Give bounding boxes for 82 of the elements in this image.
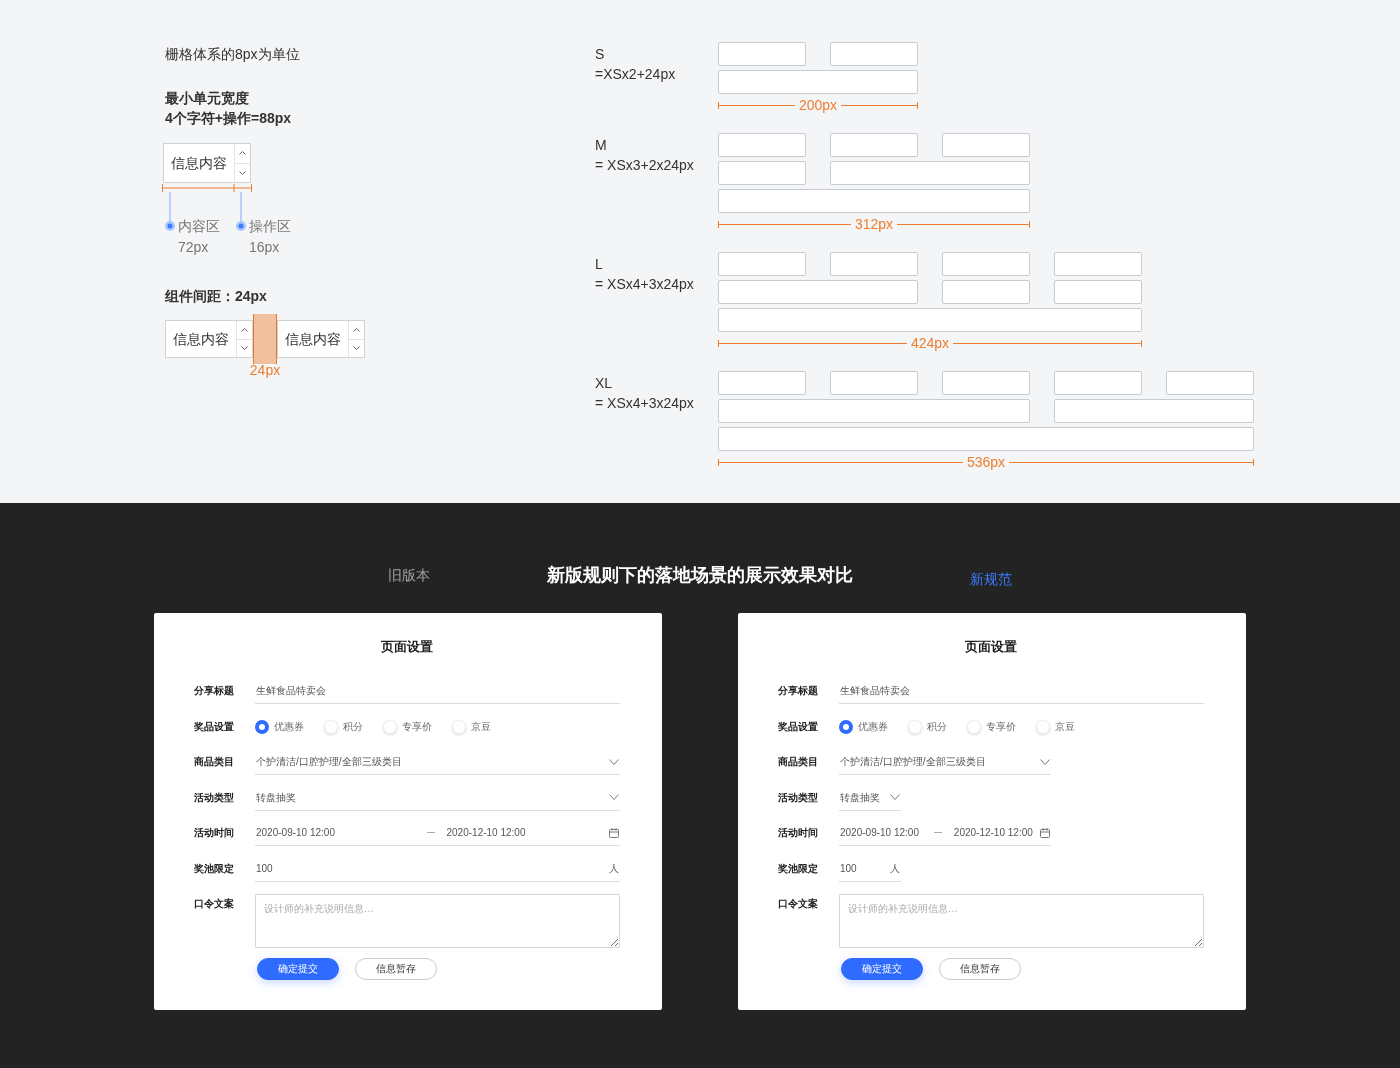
size-formula: = XSx4+3x24px [595, 275, 695, 294]
text-area[interactable]: 设计师的补充说明信息… [839, 894, 1204, 948]
field-label: 商品类目 [778, 755, 819, 769]
dimension-label: 200px [797, 98, 839, 112]
chevron-down-icon [239, 170, 247, 175]
spacing-gap [253, 314, 277, 364]
number-stepper[interactable]: 信息内容 [165, 320, 253, 358]
select-field[interactable]: 转盘抽奖 [839, 784, 902, 811]
date-range-field[interactable]: 2020-09-10 12:00 2020-12-10 12:00 [839, 820, 1051, 846]
size-formula: = XSx3+2x24px [595, 156, 695, 175]
chevron-up-icon [353, 327, 361, 332]
size-name: XL [595, 374, 614, 393]
field-label: 分享标题 [778, 684, 819, 698]
grid-unit-note: 栅格体系的8px为单位 [165, 45, 301, 64]
text-field[interactable]: 生鲜食品特卖会 [839, 678, 1204, 704]
radio-option[interactable]: 优惠券 [839, 719, 888, 734]
dimension-label: 424px [909, 336, 951, 350]
chevron-down-icon [353, 346, 361, 351]
chevron-down-icon [609, 758, 619, 765]
field-label: 商品类目 [194, 755, 235, 769]
size-name: M [595, 136, 608, 155]
chevron-down-icon [609, 794, 619, 800]
field-label: 奖品设置 [194, 719, 235, 734]
chevron-down-icon [890, 794, 901, 800]
form-title: 页面设置 [964, 639, 1018, 655]
number-field[interactable]: 100 人 [839, 855, 902, 882]
zone-width: 16px [249, 238, 281, 257]
text-field[interactable]: 生鲜食品特卖会 [255, 678, 620, 704]
submit-button[interactable]: 确定提交 [841, 957, 923, 980]
leader-line [164, 192, 176, 232]
leader-line [235, 192, 247, 232]
size-formula: = XSx4+3x24px [595, 394, 695, 413]
radio-option[interactable]: 专享价 [967, 719, 1016, 734]
radio-option[interactable]: 京豆 [452, 719, 491, 734]
radio-option[interactable]: 优惠券 [255, 719, 304, 734]
number-field[interactable]: 100 人 [255, 855, 620, 882]
select-field[interactable]: 个护清洁/口腔护理/全部三级类目 [839, 749, 1051, 775]
spacing-value: 24px [248, 361, 282, 380]
number-stepper[interactable]: 信息内容 [163, 143, 251, 183]
radio-option[interactable]: 积分 [324, 719, 363, 734]
radio-option[interactable]: 专享价 [383, 719, 432, 734]
size-formula: =XSx2+24px [595, 65, 677, 84]
min-unit-title: 最小单元宽度 [165, 89, 250, 108]
size-name: L [595, 255, 604, 274]
text-area[interactable]: 设计师的补充说明信息… [255, 894, 620, 948]
field-label: 活动时间 [194, 826, 235, 840]
zone-name: 操作区 [249, 217, 291, 236]
field-label: 口令文案 [194, 897, 235, 911]
version-caption: 新规范 [970, 570, 1012, 589]
calendar-icon [1039, 827, 1050, 838]
min-unit-formula: 4个字符+操作=88px [165, 109, 293, 128]
field-label: 奖池限定 [194, 861, 235, 876]
chevron-up-icon [239, 151, 247, 156]
submit-button[interactable]: 确定提交 [257, 957, 339, 980]
field-label: 口令文案 [778, 897, 819, 911]
chevron-down-icon [241, 346, 249, 351]
comparison-title: 新版规则下的落地场景的展示效果对比 [547, 564, 853, 587]
spacing-title: 组件间距：24px [165, 287, 268, 306]
dimension-label: 312px [853, 217, 895, 231]
version-caption: 旧版本 [388, 566, 430, 585]
field-label: 奖池限定 [778, 861, 819, 876]
zone-width: 72px [178, 238, 210, 257]
field-label: 奖品设置 [778, 719, 819, 734]
form-title: 页面设置 [380, 639, 434, 655]
dimension-label: 536px [965, 455, 1007, 469]
chevron-up-icon [241, 327, 249, 332]
size-name: S [595, 45, 606, 64]
field-label: 活动类型 [194, 790, 235, 805]
save-draft-button[interactable]: 信息暂存 [939, 957, 1021, 980]
radio-option[interactable]: 积分 [908, 719, 947, 734]
save-draft-button[interactable]: 信息暂存 [355, 957, 437, 980]
field-label: 分享标题 [194, 684, 235, 698]
calendar-icon [609, 827, 619, 838]
number-stepper[interactable]: 信息内容 [277, 320, 365, 358]
select-field[interactable]: 转盘抽奖 [255, 784, 620, 811]
field-label: 活动时间 [778, 826, 819, 840]
zone-name: 内容区 [178, 217, 220, 236]
field-label: 活动类型 [778, 790, 819, 805]
radio-option[interactable]: 京豆 [1036, 719, 1075, 734]
select-field[interactable]: 个护清洁/口腔护理/全部三级类目 [255, 749, 620, 775]
chevron-down-icon [1039, 758, 1050, 765]
date-range-field[interactable]: 2020-09-10 12:00 2020-12-10 12:00 [255, 820, 620, 846]
